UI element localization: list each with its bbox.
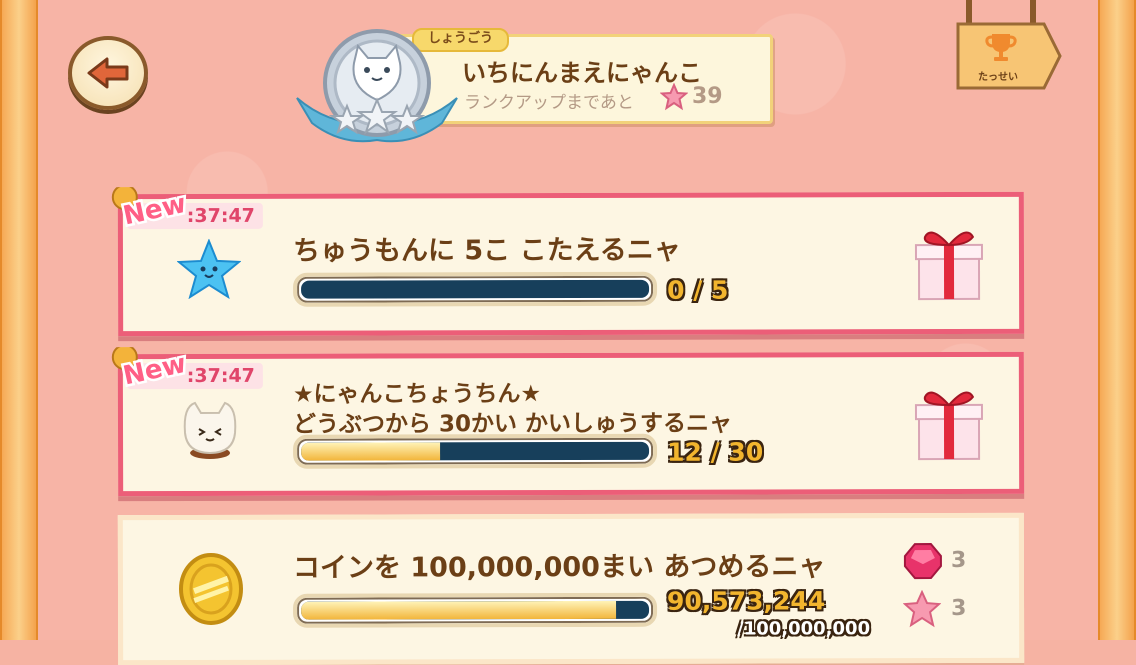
mission-card[interactable]: :37:47 New ★にゃんこちょうちん★ どうぶつから 30かい かいしゅう… xyxy=(118,352,1024,496)
reward-count: 3 xyxy=(951,596,966,621)
red-gem-icon xyxy=(903,542,943,580)
gift-box-icon[interactable] xyxy=(913,385,985,461)
back-button[interactable] xyxy=(68,36,148,110)
progress-count: 12 / 30 xyxy=(667,437,763,466)
progress-track xyxy=(301,601,649,620)
gift-box-icon[interactable] xyxy=(913,225,985,301)
mission-card[interactable]: コインを 100,000,000まい あつめるニャ 90,573,244 /10… xyxy=(118,513,1024,665)
progress-fill xyxy=(301,601,616,620)
reward-count: 3 xyxy=(951,548,966,573)
gold-coin-icon xyxy=(177,552,245,626)
back-arrow-icon xyxy=(85,56,131,90)
achievements-label: たっせい xyxy=(978,68,1018,83)
pink-star-icon xyxy=(903,590,941,628)
pink-star-icon xyxy=(660,83,688,111)
progress-bar xyxy=(293,272,657,307)
new-badge: New xyxy=(109,187,201,229)
rank-up-remaining: 39 xyxy=(692,84,723,109)
mission-card[interactable]: :37:47 New ちゅうもんに 5こ こたえるニャ 0 / 5 xyxy=(118,192,1024,336)
progress-track xyxy=(301,442,649,461)
trophy-icon xyxy=(984,30,1018,64)
mission-title: ちゅうもんに 5こ こたえるニャ xyxy=(293,228,681,268)
progress-track xyxy=(301,280,649,299)
achievements-button[interactable]: たっせい xyxy=(956,0,1066,100)
right-frame xyxy=(1098,0,1136,640)
title-badge: しょうごう いちにんまえにゃんこ ランクアップまであと 39 xyxy=(292,28,782,148)
mission-title: コインを 100,000,000まい あつめるニャ xyxy=(293,544,826,584)
left-frame xyxy=(0,0,38,640)
progress-current: 90,573,244 xyxy=(667,586,825,615)
blue-star-icon xyxy=(177,239,241,299)
progress-bar xyxy=(293,434,657,469)
progress-count: 0 / 5 xyxy=(667,276,728,305)
silver-cat-medal-icon xyxy=(292,28,462,148)
cat-bun-icon xyxy=(175,393,245,463)
progress-bar xyxy=(293,593,657,628)
progress-target: /100,000,000 xyxy=(737,618,870,639)
new-badge: New xyxy=(109,347,201,389)
progress-fill xyxy=(301,442,440,460)
rank-up-text: ランクアップまであと xyxy=(464,88,634,113)
